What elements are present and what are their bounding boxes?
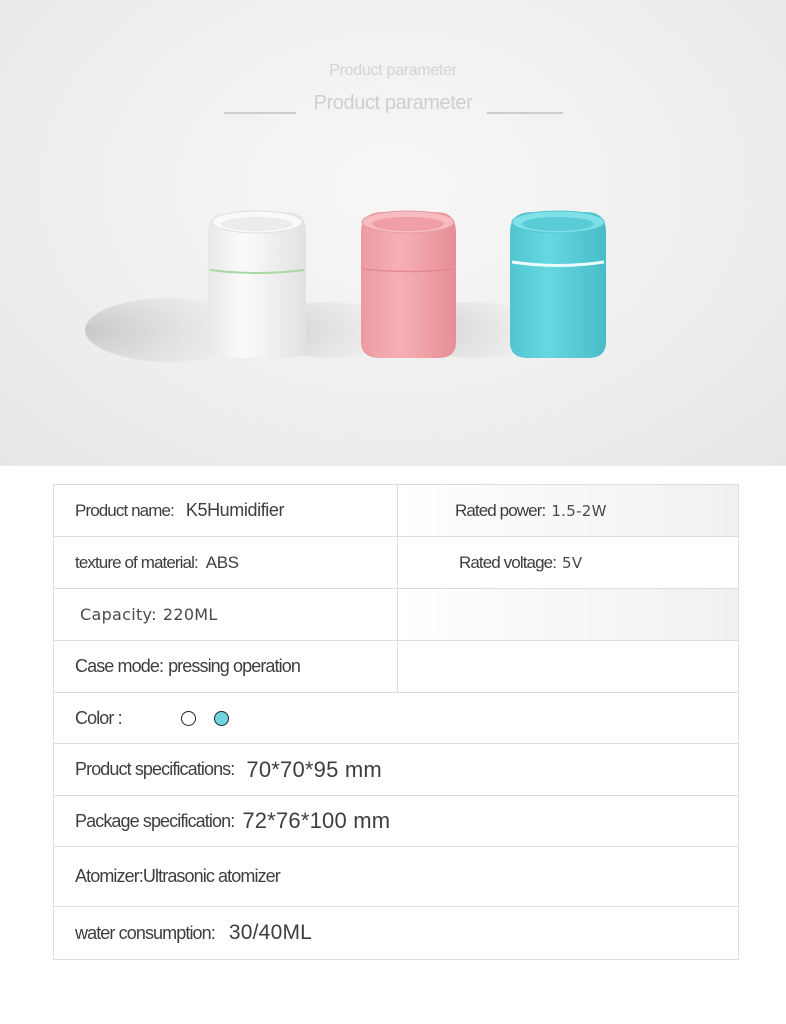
color-label: Color :	[75, 707, 123, 728]
table-row: Color :	[54, 693, 738, 744]
humidifier-pink	[361, 210, 456, 358]
product-name-label: Product name:	[75, 500, 175, 520]
package-specs-cell: Package specification: 72*76*100 mm	[75, 796, 390, 846]
material-value: ABS	[205, 552, 239, 572]
humidifier-white	[208, 210, 306, 358]
rated-voltage-cell: Rated voltage: 5V	[397, 537, 738, 588]
package-specs-value: 72*76*100 mm	[242, 808, 391, 833]
atomizer-label: Atomizer:	[75, 866, 144, 886]
table-row: Atomizer: Ultrasonic atomizer	[54, 847, 738, 907]
case-mode-label: Case mode:	[75, 656, 164, 676]
case-mode-value: pressing operation	[168, 656, 301, 676]
color-swatch-white	[180, 710, 196, 726]
humidifier-blue	[510, 210, 606, 358]
material-cell: texture of material: ABS	[75, 537, 239, 588]
rated-power-value: 1.5-2W	[551, 501, 607, 520]
table-row: Package specification: 72*76*100 mm	[54, 796, 738, 847]
product-name-cell: Product name: K5Humidifier	[75, 485, 284, 536]
spec-table: Product name: K5Humidifier Rated power: …	[53, 484, 739, 960]
rated-voltage-value: 5V	[562, 553, 583, 572]
product-hero: Product parameter Product parameter	[0, 0, 786, 466]
water-consumption-value: 30/40ML	[228, 921, 313, 944]
capacity-cell: Capacity: 220ML	[80, 589, 218, 640]
rated-power-cell: Rated power: 1.5-2W	[397, 485, 738, 536]
rated-voltage-label: Rated voltage:	[459, 552, 557, 572]
table-row: Case mode: pressing operation	[54, 641, 738, 693]
rated-power-label: Rated power:	[455, 500, 546, 520]
table-row: Capacity: 220ML	[54, 589, 738, 641]
color-cell: Color :	[75, 693, 229, 743]
product-specs-cell: Product specifications: 70*70*95 mm	[75, 744, 382, 795]
atomizer-value: Ultrasonic atomizer	[142, 866, 281, 886]
color-swatch-blue	[213, 710, 229, 726]
empty-cell	[397, 641, 738, 692]
package-specs-label: Package specification:	[75, 810, 235, 831]
product-photo	[85, 210, 606, 362]
water-consumption-label: water consumption:	[75, 922, 216, 943]
product-name-value: K5Humidifier	[185, 500, 285, 520]
empty-cell	[397, 589, 738, 640]
table-row: Product name: K5Humidifier Rated power: …	[54, 485, 738, 537]
table-row: water consumption: 30/40ML	[54, 907, 738, 959]
product-specs-value: 70*70*95 mm	[246, 756, 382, 782]
table-row: Product specifications: 70*70*95 mm	[54, 744, 738, 796]
atomizer-cell: Atomizer: Ultrasonic atomizer	[75, 847, 281, 906]
case-mode-cell: Case mode: pressing operation	[75, 641, 301, 692]
table-row: texture of material: ABS Rated voltage: …	[54, 537, 738, 589]
capacity-value: 220ML	[162, 605, 218, 624]
capacity-label: Capacity:	[80, 605, 157, 624]
material-label: texture of material:	[75, 552, 199, 572]
water-consumption-cell: water consumption: 30/40ML	[75, 907, 312, 959]
product-specs-label: Product specifications:	[75, 759, 235, 779]
